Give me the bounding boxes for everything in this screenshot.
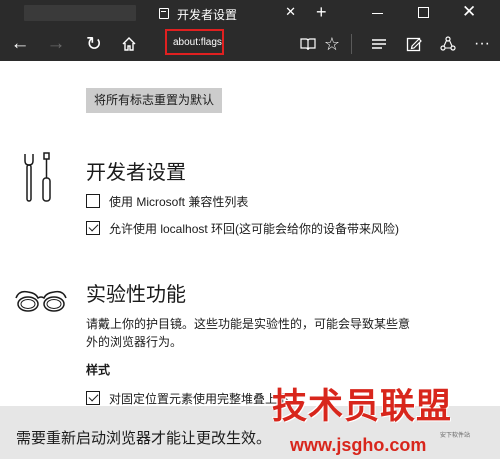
watermark-small-text: 安下软件站 <box>440 433 471 439</box>
hub-icon[interactable] <box>367 27 391 61</box>
ms-compat-list-option[interactable]: 使用 Microsoft 兼容性列表 <box>86 193 248 209</box>
share-icon[interactable] <box>436 27 460 61</box>
localhost-loopback-label: 允许使用 localhost 环回(这可能会给你的设备带来风险) <box>109 221 400 236</box>
experimental-description: 请戴上你的护目镜。这些功能是实验性的，可能会导致某些意外的浏览器行为。 <box>86 317 411 349</box>
page-icon <box>159 8 169 19</box>
tab-inactive[interactable] <box>24 5 136 21</box>
home-icon[interactable] <box>116 27 142 61</box>
tools-icon <box>24 152 51 202</box>
watermark-logo: 技术员联盟 <box>272 387 453 427</box>
tab-title: 开发者设置 <box>177 8 238 22</box>
address-text[interactable]: about:flags <box>173 37 222 48</box>
ms-compat-list-checkbox[interactable] <box>86 194 100 208</box>
goggles-icon <box>15 290 67 312</box>
localhost-loopback-option[interactable]: 允许使用 localhost 环回(这可能会给你的设备带来风险) <box>86 220 399 236</box>
ms-compat-list-label: 使用 Microsoft 兼容性列表 <box>109 194 249 209</box>
tab-strip: 开发者设置 ✕ + ✕ <box>0 0 500 27</box>
style-heading: 样式 <box>86 363 111 377</box>
back-button[interactable]: ← <box>8 27 32 61</box>
developer-settings-title: 开发者设置 <box>86 162 186 184</box>
forward-button[interactable]: → <box>44 27 68 61</box>
restart-notification-text: 需要重新启动浏览器才能让更改生效。 <box>16 430 272 447</box>
new-tab-button[interactable]: + <box>316 2 327 22</box>
favorite-star-icon[interactable]: ☆ <box>320 27 344 61</box>
reading-view-icon[interactable] <box>296 27 320 61</box>
experimental-features-title: 实验性功能 <box>86 284 186 306</box>
localhost-loopback-checkbox[interactable] <box>86 221 100 235</box>
watermark-url: www.jsgho.com <box>290 435 427 455</box>
more-menu-button[interactable]: ··· <box>470 27 494 61</box>
navigation-bar: ← → ↻ about:flags ☆ ··· <box>0 27 500 61</box>
fixed-position-stacking-option[interactable]: 对固定位置元素使用完整堆叠上下文 <box>86 390 301 406</box>
tab-close-button[interactable]: ✕ <box>285 4 296 20</box>
window-close-button[interactable]: ✕ <box>462 2 476 22</box>
address-bar[interactable]: about:flags <box>165 29 224 55</box>
web-note-icon[interactable] <box>402 27 426 61</box>
maximize-button[interactable] <box>418 7 429 18</box>
tab-active[interactable]: 开发者设置 ✕ <box>150 0 306 27</box>
refresh-button[interactable]: ↻ <box>82 27 106 61</box>
minimize-button[interactable] <box>372 13 383 14</box>
fixed-position-stacking-checkbox[interactable] <box>86 391 100 405</box>
reset-flags-button[interactable]: 将所有标志重置为默认 <box>86 88 222 113</box>
toolbar-divider <box>351 34 352 54</box>
